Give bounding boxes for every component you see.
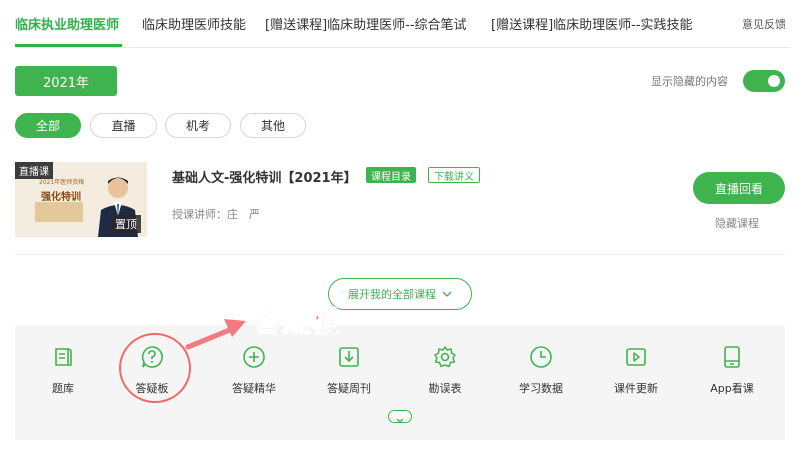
arrow-icon	[185, 319, 246, 350]
tool-label: 题库	[52, 382, 74, 395]
active-tab-indicator	[15, 44, 122, 47]
expand-label: 展开我的全部课程	[348, 288, 436, 301]
tab-gift-practical[interactable]: [赠送课程]临床助理医师--实践技能	[491, 14, 693, 33]
feedback-link[interactable]: 意见反馈	[742, 16, 786, 32]
annotation-label: 答疑板	[252, 305, 341, 339]
chevron-down-icon	[396, 418, 404, 423]
tab-clinical-skills[interactable]: 临床助理医师技能	[142, 14, 246, 33]
pinned-badge: 置顶	[111, 215, 141, 233]
filter-live[interactable]: 直播	[90, 113, 157, 138]
show-hidden-toggle[interactable]	[743, 70, 785, 92]
hide-course-link[interactable]: 隐藏课程	[715, 215, 759, 231]
tool-label: App看课	[710, 382, 754, 395]
divider	[15, 254, 785, 255]
play-icon	[626, 348, 646, 366]
question-bank-icon	[55, 348, 72, 366]
catalog-tag[interactable]: 课程目录	[366, 167, 416, 183]
chevron-down-icon	[442, 291, 452, 297]
filter-other[interactable]: 其他	[240, 113, 306, 138]
course-tabs: 临床执业助理医师 临床助理医师技能 [赠送课程]临床助理医师--综合笔试 [赠送…	[15, 0, 790, 48]
course-title[interactable]: 基础人文-强化特训【2021年】	[172, 167, 357, 186]
tool-label: 答疑周刊	[327, 382, 371, 395]
tab-clinical-assistant[interactable]: 临床执业助理医师	[15, 14, 119, 33]
tool-label: 勘误表	[428, 382, 462, 395]
clock-icon	[530, 346, 552, 368]
panel-collapse-button[interactable]	[388, 410, 412, 423]
download-notes-tag[interactable]: 下载讲义	[428, 167, 480, 183]
gear-icon	[434, 346, 456, 368]
tool-label: 答疑精华	[232, 382, 276, 395]
tab-gift-written[interactable]: [赠送课程]临床助理医师--综合笔试	[265, 14, 467, 33]
tool-study-data[interactable]: 学习数据	[493, 325, 589, 415]
teacher-info: 授课讲师：庄 严	[172, 208, 260, 221]
filter-exam[interactable]: 机考	[165, 113, 231, 138]
course-thumbnail[interactable]: 直播课 2021年医师资格 强化特训 置顶	[15, 162, 147, 237]
tool-courseware-update[interactable]: 课件更新	[588, 325, 684, 415]
thumb-subtitle: 2021年医师资格	[39, 179, 85, 186]
thumb-title: 强化特训	[41, 192, 81, 203]
tool-errata[interactable]: 勘误表	[397, 325, 493, 415]
toggle-knob	[768, 75, 780, 87]
expand-all-courses-button[interactable]: 展开我的全部课程	[328, 278, 472, 310]
tablet-icon	[724, 346, 740, 368]
tool-app-watch[interactable]: App看课	[684, 325, 780, 415]
filter-all[interactable]: 全部	[15, 113, 81, 138]
thumb-banner	[35, 202, 83, 222]
tool-label: 学习数据	[519, 382, 563, 395]
tool-question-bank[interactable]: 题库	[15, 325, 111, 415]
live-replay-button[interactable]: 直播回看	[693, 172, 785, 204]
tool-label: 课件更新	[614, 382, 658, 395]
download-box-icon	[339, 347, 359, 367]
year-button[interactable]: 2021年	[15, 66, 117, 96]
show-hidden-label: 显示隐藏的内容	[651, 75, 728, 88]
